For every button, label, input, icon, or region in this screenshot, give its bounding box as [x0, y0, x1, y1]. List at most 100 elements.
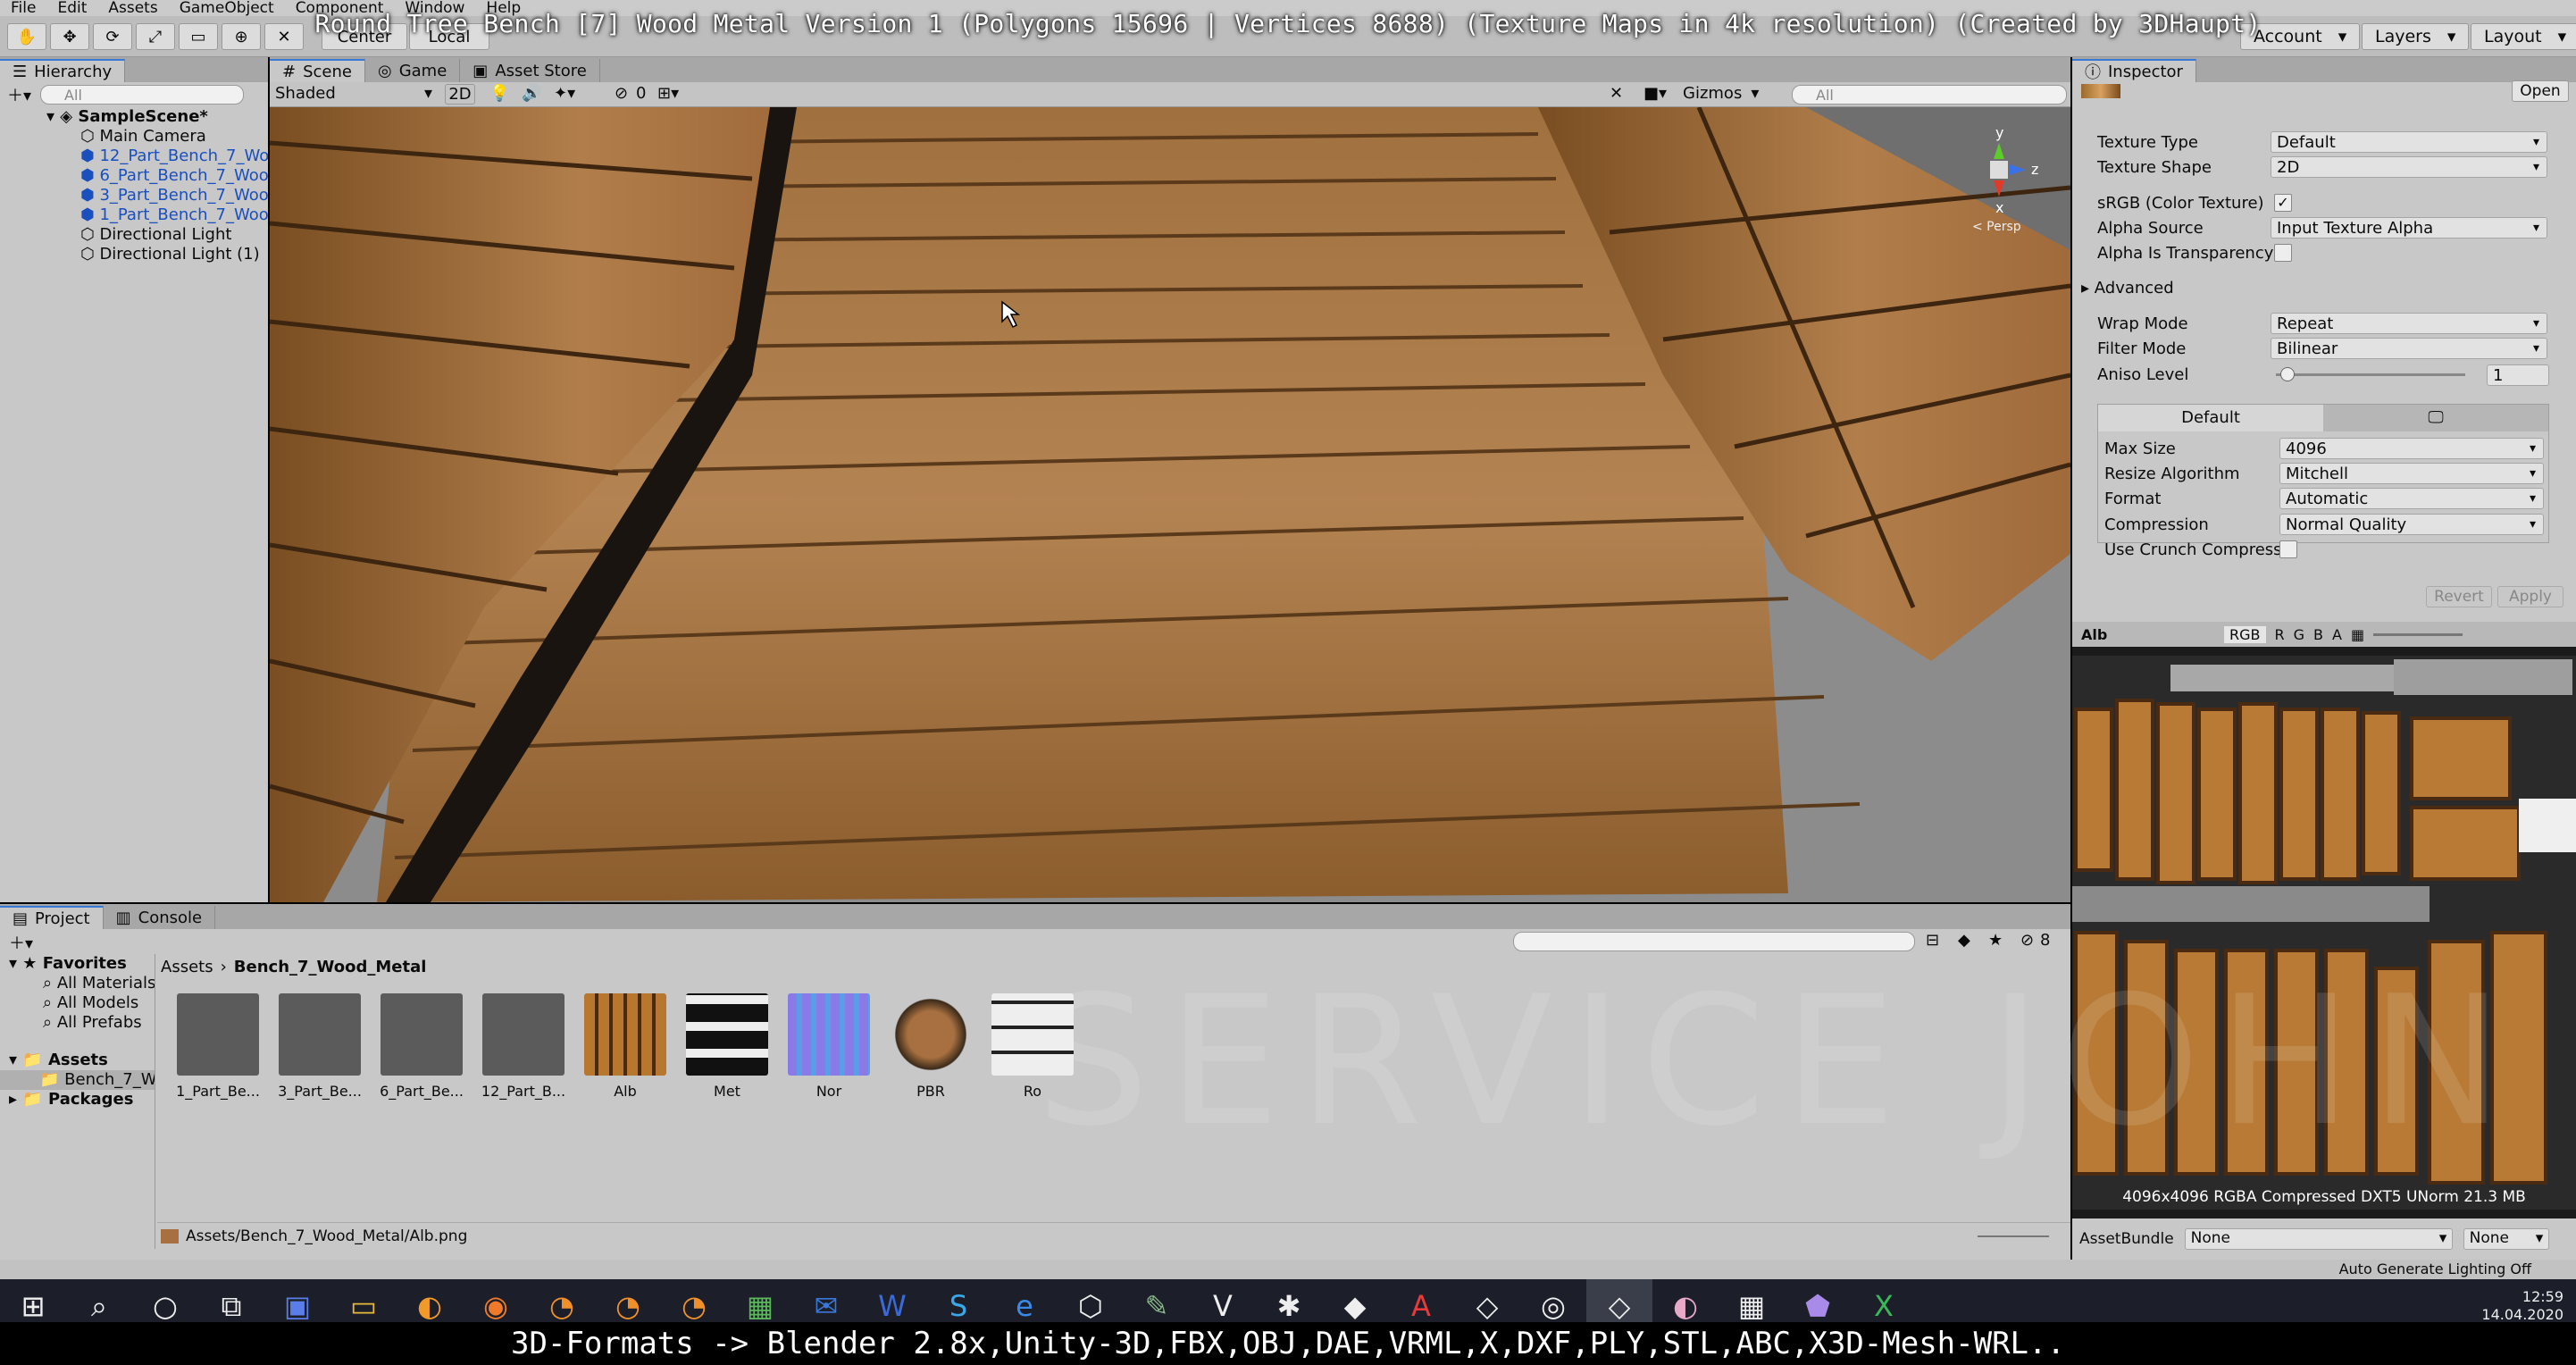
- gizmo-x-label: x: [1995, 199, 2003, 216]
- hidden-objects-icon[interactable]: ⊘: [615, 84, 628, 103]
- asset-item[interactable]: Met: [684, 993, 770, 1100]
- compression-label: Compression: [2104, 515, 2209, 534]
- tab-game[interactable]: ◎ Game: [365, 59, 461, 82]
- srgb-checkbox[interactable]: ✓: [2274, 194, 2292, 212]
- camera-icon[interactable]: ■▾: [1643, 84, 1667, 103]
- effects-icon[interactable]: ✦▾: [554, 84, 575, 103]
- asset-item[interactable]: PBR: [888, 993, 974, 1100]
- texture-type-dropdown[interactable]: Default: [2271, 131, 2547, 153]
- hierarchy-search-input[interactable]: All: [40, 85, 245, 105]
- revert-button[interactable]: Revert: [2426, 586, 2492, 607]
- info-icon: ⓘ: [2085, 63, 2101, 82]
- hierarchy-item[interactable]: ⬢ 6_Part_Bench_7_Wood: [0, 166, 268, 186]
- scene-viewport[interactable]: y z x < Persp: [270, 107, 2070, 902]
- scene-search-input[interactable]: All: [1792, 85, 2067, 105]
- assetbundle-dropdown[interactable]: None ▾: [2184, 1228, 2453, 1250]
- aniso-level-input[interactable]: 1: [2487, 364, 2549, 386]
- scene-toolbar: Shaded ▾ 2D 💡 🔊 ✦▾ ⊘ 0 ⊞▾ ✕ ■▾ Gizmos ▾ Al…: [270, 82, 2070, 107]
- max-size-dropdown[interactable]: 4096: [2279, 438, 2544, 459]
- compression-dropdown[interactable]: Normal Quality: [2279, 514, 2544, 535]
- roughness-thumbnail: [991, 993, 1074, 1076]
- search-icon: ⌕: [43, 993, 57, 1012]
- wrap-mode-dropdown[interactable]: Repeat: [2271, 313, 2547, 334]
- status-bar: Auto Generate Lighting Off: [0, 1260, 2576, 1279]
- favorite-item[interactable]: ⌕ All Materials: [0, 974, 155, 993]
- packages-node[interactable]: ▸ 📁 Packages: [0, 1090, 155, 1110]
- open-button[interactable]: Open: [2512, 80, 2569, 102]
- alpha-source-dropdown[interactable]: Input Texture Alpha: [2271, 217, 2547, 239]
- filter-mode-dropdown[interactable]: Bilinear: [2271, 338, 2547, 359]
- asset-item[interactable]: Nor: [786, 993, 872, 1100]
- triangle-right-icon: ▸: [2081, 278, 2095, 297]
- chevron-down-icon: ▾: [2438, 1229, 2452, 1247]
- asset-item[interactable]: Ro: [990, 993, 1075, 1100]
- assetbundle-variant-dropdown[interactable]: None ▾: [2463, 1228, 2549, 1250]
- model-thumbnail: [381, 993, 463, 1076]
- asset-item[interactable]: 6_Part_Be...: [379, 993, 464, 1100]
- crunch-checkbox[interactable]: [2279, 540, 2297, 558]
- lighting-icon[interactable]: 💡: [489, 84, 509, 103]
- tab-platform-standalone[interactable]: 🖵: [2323, 405, 2548, 431]
- scene-root[interactable]: ▾ ◈ SampleScene*: [0, 107, 268, 127]
- hierarchy-item[interactable]: ⬡ Directional Light: [0, 225, 268, 245]
- asset-item[interactable]: 1_Part_Be...: [175, 993, 261, 1100]
- asset-item[interactable]: Alb: [582, 993, 668, 1100]
- scene-panel: # Scene ◎ Game ▣ Asset Store Shaded ▾ 2D 💡 🔊…: [270, 57, 2070, 902]
- mip-icon[interactable]: ▦: [2351, 626, 2364, 643]
- add-icon[interactable]: ＋▾: [9, 931, 33, 954]
- tab-inspector[interactable]: ⓘ Inspector: [2072, 59, 2196, 82]
- model-thumbnail: [482, 993, 565, 1076]
- resize-algorithm-dropdown[interactable]: Mitchell: [2279, 463, 2544, 484]
- thumbnail-size-slider[interactable]: [1978, 1235, 2049, 1237]
- tab-scene[interactable]: # Scene: [270, 59, 365, 82]
- add-icon[interactable]: ＋▾: [7, 83, 31, 106]
- hierarchy-item[interactable]: ⬢ 12_Part_Bench_7_Wood: [0, 147, 268, 166]
- chevron-down-icon: ▾: [423, 84, 432, 103]
- channel-r-button[interactable]: R: [2275, 626, 2285, 643]
- asset-item[interactable]: 3_Part_Be...: [277, 993, 363, 1100]
- gizmo-center[interactable]: [1990, 161, 2008, 179]
- alpha-transparency-checkbox[interactable]: [2274, 244, 2292, 262]
- clock-date: 14.04.2020: [2481, 1306, 2563, 1323]
- 2d-toggle[interactable]: 2D: [445, 84, 475, 105]
- aniso-level-slider[interactable]: [2276, 367, 2465, 381]
- format-dropdown[interactable]: Automatic: [2279, 488, 2544, 509]
- advanced-foldout[interactable]: ▸ Advanced: [2081, 276, 2174, 299]
- bench-folder-node[interactable]: 📁 Bench_7_Wo: [0, 1070, 155, 1090]
- taskbar-clock[interactable]: 12:59 14.04.2020: [2481, 1288, 2576, 1324]
- tab-project[interactable]: ▤ Project: [0, 906, 104, 929]
- folder-icon: ▤: [13, 909, 29, 928]
- list-icon: ☰: [13, 62, 28, 81]
- apply-button[interactable]: Apply: [2497, 586, 2563, 607]
- tab-platform-default[interactable]: Default: [2098, 405, 2323, 431]
- channel-rgb-button[interactable]: RGB: [2224, 625, 2266, 643]
- max-size-label: Max Size: [2104, 439, 2176, 458]
- mip-slider[interactable]: [2373, 632, 2463, 636]
- assets-node[interactable]: ▾ 📁 Assets: [0, 1051, 155, 1070]
- channel-g-button[interactable]: G: [2294, 626, 2304, 643]
- asset-item[interactable]: 12_Part_B...: [481, 993, 566, 1100]
- gizmo-z-label: z: [2031, 161, 2038, 178]
- favorites-node[interactable]: ▾ ★ Favorites: [0, 954, 155, 974]
- assetbundle-label: AssetBundle: [2079, 1230, 2174, 1248]
- slider-knob[interactable]: [2279, 367, 2295, 381]
- favorite-item[interactable]: ⌕ All Prefabs: [0, 1013, 155, 1033]
- texture-shape-dropdown[interactable]: 2D: [2271, 156, 2547, 178]
- audio-icon[interactable]: 🔊: [522, 84, 541, 103]
- gizmo-persp-label[interactable]: < Persp: [1972, 220, 2021, 234]
- hierarchy-item[interactable]: ⬡ Main Camera: [0, 127, 268, 147]
- gizmos-dropdown[interactable]: Gizmos ▾: [1683, 84, 1759, 103]
- hierarchy-item[interactable]: ⬢ 1_Part_Bench_7_Wood: [0, 205, 268, 225]
- hierarchy-item[interactable]: ⬡ Directional Light (1): [0, 245, 268, 264]
- hierarchy-item[interactable]: ⬢ 3_Part_Bench_7_Wood: [0, 186, 268, 205]
- favorite-item[interactable]: ⌕ All Models: [0, 993, 155, 1013]
- tab-hierarchy[interactable]: ☰ Hierarchy: [0, 59, 126, 82]
- channel-a-button[interactable]: A: [2332, 626, 2342, 643]
- texture-file-icon: [161, 1228, 179, 1244]
- clock-time: 12:59: [2522, 1288, 2563, 1305]
- channel-b-button[interactable]: B: [2313, 626, 2323, 643]
- grid-snap-icon[interactable]: ⊞▾: [657, 84, 679, 103]
- shading-mode-dropdown[interactable]: Shaded ▾: [275, 84, 432, 104]
- tools-icon[interactable]: ✕: [1610, 84, 1623, 103]
- tab-asset-store[interactable]: ▣ Asset Store: [460, 59, 600, 82]
